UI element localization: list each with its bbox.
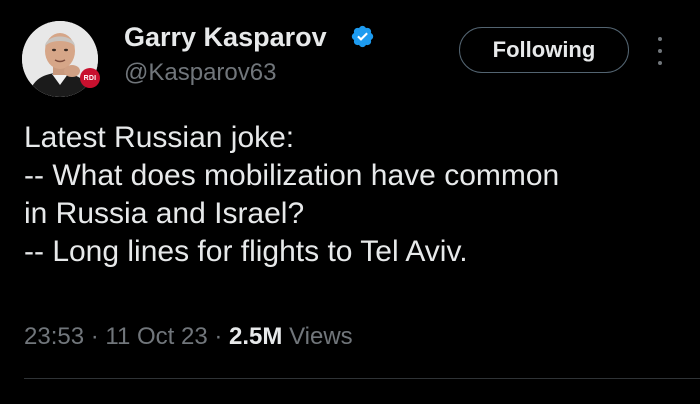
avatar-badge: RDI (80, 68, 100, 88)
more-dot (658, 37, 662, 41)
views-label: Views (289, 323, 353, 350)
meta-separator: · (90, 323, 99, 350)
author-display-name[interactable]: Garry Kasparov (124, 20, 327, 54)
views-count: 2.5M (229, 323, 283, 350)
verified-badge-icon (351, 25, 374, 48)
divider (24, 378, 700, 379)
more-options-icon[interactable] (650, 37, 670, 65)
tweet-card: RDI Garry Kasparov @Kasparov63 Following… (0, 0, 700, 404)
tweet-line: -- What does mobilization have common (24, 159, 560, 192)
tweet-meta: 23:53 · 11 Oct 23 · 2.5M Views (24, 321, 353, 353)
tweet-line: -- Long lines for flights to Tel Aviv. (24, 235, 468, 268)
tweet-text: Latest Russian joke: -- What does mobili… (24, 119, 684, 271)
tweet-date[interactable]: 11 Oct 23 (105, 323, 207, 350)
following-button[interactable]: Following (459, 27, 629, 73)
tweet-line: Latest Russian joke: (24, 121, 295, 154)
meta-separator: · (214, 323, 223, 350)
tweet-time[interactable]: 23:53 (24, 323, 84, 350)
more-dot (658, 49, 662, 53)
more-dot (658, 61, 662, 65)
tweet-line: in Russia and Israel? (24, 197, 305, 230)
author-handle[interactable]: @Kasparov63 (124, 58, 276, 88)
